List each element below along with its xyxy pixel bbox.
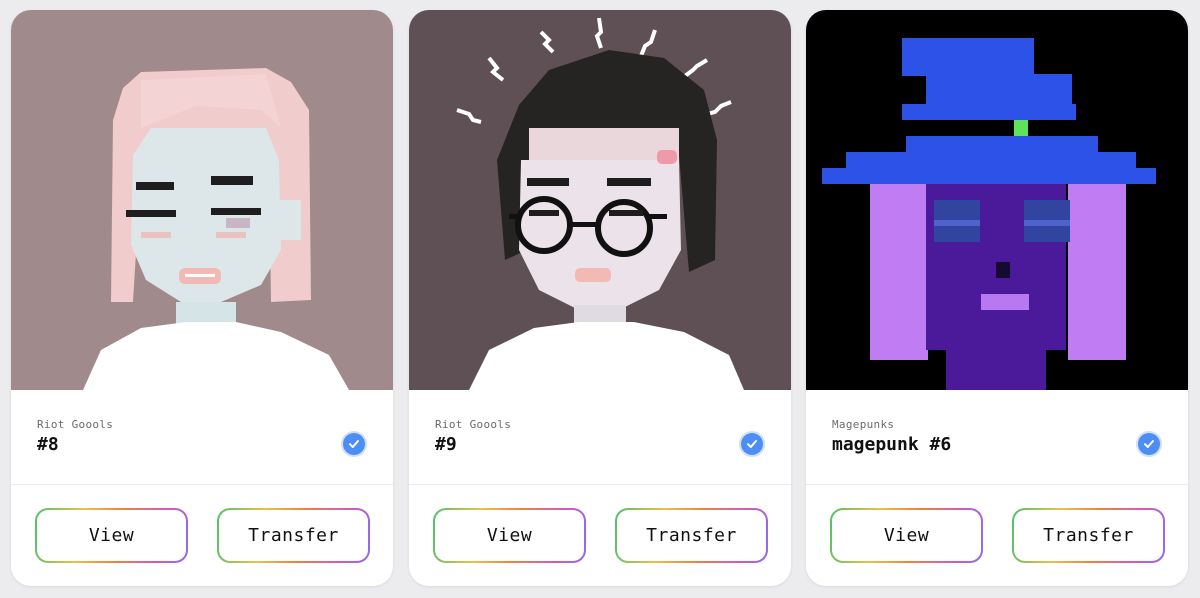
nft-card: Magepunks magepunk #6 View Transfer (806, 10, 1188, 586)
transfer-button-label: Transfer (617, 510, 766, 561)
transfer-button[interactable]: Transfer (217, 508, 370, 563)
nft-image[interactable] (11, 10, 393, 390)
nft-title[interactable]: #8 (37, 434, 59, 455)
transfer-button-label: Transfer (1014, 510, 1163, 561)
nft-info: Riot Goools #9 (409, 390, 791, 485)
collection-name: Riot Goools (435, 418, 512, 431)
card-actions: View Transfer (409, 485, 791, 586)
nft-info: Riot Goools #8 (11, 390, 393, 485)
nft-card: Riot Goools #8 View Transfer (11, 10, 393, 586)
card-actions: View Transfer (11, 485, 393, 586)
nft-image[interactable] (806, 10, 1188, 390)
view-button[interactable]: View (35, 508, 188, 563)
nft-image[interactable] (409, 10, 791, 390)
nft-card-grid: Riot Goools #8 View Transfer Riot Goools… (0, 0, 1200, 598)
view-button-label: View (37, 510, 186, 561)
check-badge-icon (343, 433, 365, 455)
view-button-label: View (435, 510, 584, 561)
transfer-button-label: Transfer (219, 510, 368, 561)
check-badge-icon (1138, 433, 1160, 455)
card-actions: View Transfer (806, 485, 1188, 586)
view-button-label: View (832, 510, 981, 561)
nft-info: Magepunks magepunk #6 (806, 390, 1188, 485)
collection-name: Riot Goools (37, 418, 114, 431)
transfer-button[interactable]: Transfer (615, 508, 768, 563)
collection-name: Magepunks (832, 418, 895, 431)
nft-title[interactable]: magepunk #6 (832, 434, 951, 455)
transfer-button[interactable]: Transfer (1012, 508, 1165, 563)
check-badge-icon (741, 433, 763, 455)
nft-card: Riot Goools #9 View Transfer (409, 10, 791, 586)
view-button[interactable]: View (433, 508, 586, 563)
nft-title[interactable]: #9 (435, 434, 457, 455)
view-button[interactable]: View (830, 508, 983, 563)
